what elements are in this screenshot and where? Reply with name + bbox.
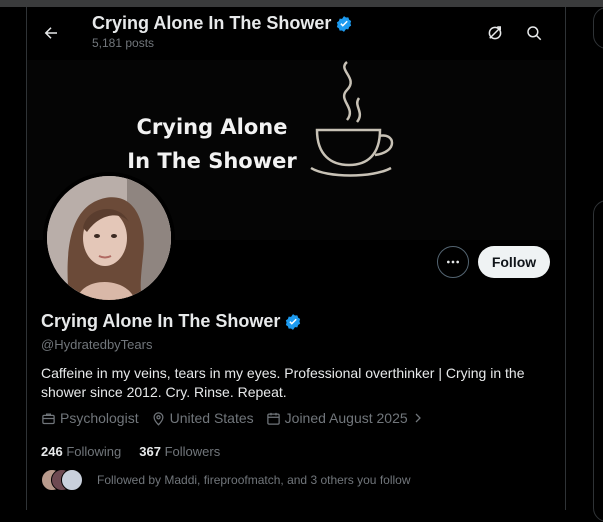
calendar-icon [266, 412, 280, 425]
category-item: Psychologist [41, 410, 139, 426]
browser-top-strip [0, 0, 603, 7]
location-item: United States [151, 410, 254, 426]
avatar-photo [47, 176, 171, 300]
followers-link[interactable]: 367 Followers [139, 444, 220, 459]
verified-badge-icon[interactable] [284, 313, 302, 331]
sidebar-search-edge[interactable] [593, 7, 603, 49]
sidebar-card-edge [593, 200, 603, 522]
display-name: Crying Alone In The Shower [41, 311, 281, 331]
follower-avatars [41, 469, 83, 491]
follower-avatar-3 [61, 469, 83, 491]
search-icon [527, 26, 542, 41]
followers-label: Followers [164, 444, 221, 459]
category-label: Psychologist [60, 410, 139, 426]
joined-label: Joined August 2025 [284, 410, 408, 426]
banner-line-1: Crying Alone [136, 115, 288, 139]
followers-count: 367 [139, 444, 161, 459]
profile-header: Crying Alone In The Shower 5,181 posts [27, 7, 565, 60]
following-label: Following [66, 444, 122, 459]
joined-item[interactable]: Joined August 2025 [266, 410, 424, 426]
chevron-right-icon [415, 413, 421, 423]
header-title-text: Crying Alone In The Shower [92, 13, 332, 33]
header-title: Crying Alone In The Shower [92, 13, 353, 34]
column-border-right [565, 7, 566, 510]
followed-by-text: Followed by Maddi, fireproofmatch, and 3… [97, 473, 411, 487]
following-link[interactable]: 246 Following [41, 444, 121, 459]
handle: @HydratedbyTears [41, 337, 153, 352]
posts-count: 5,181 posts [92, 36, 155, 50]
follow-stats: 246 Following 367 Followers [41, 444, 220, 459]
following-count: 246 [41, 444, 63, 459]
location-pin-icon [153, 411, 164, 426]
profile-name-row: Crying Alone In The Shower [41, 311, 302, 332]
briefcase-icon [42, 413, 55, 424]
coffee-cup-icon [310, 61, 394, 177]
banner-title: Crying Alone In The Shower [127, 110, 297, 178]
more-options-button[interactable] [437, 246, 469, 278]
verified-badge-icon [337, 15, 352, 32]
more-icon [447, 260, 459, 264]
back-arrow-icon [44, 27, 57, 39]
profile-column: Crying Alone In The Shower 5,181 posts C… [27, 7, 565, 510]
location-label: United States [169, 410, 254, 426]
grok-button[interactable] [479, 17, 511, 49]
header-title-block: Crying Alone In The Shower 5,181 posts [92, 13, 353, 50]
bio: Caffeine in my veins, tears in my eyes. … [41, 365, 525, 400]
follow-button[interactable]: Follow [478, 246, 550, 278]
avatar[interactable] [43, 172, 175, 304]
banner-line-2: In The Shower [127, 149, 297, 173]
profile-meta: Psychologist United States Joined August… [41, 410, 424, 426]
grok-icon [488, 26, 502, 40]
back-button[interactable] [35, 17, 67, 49]
search-button[interactable] [518, 17, 550, 49]
followed-by[interactable]: Followed by Maddi, fireproofmatch, and 3… [41, 469, 411, 491]
